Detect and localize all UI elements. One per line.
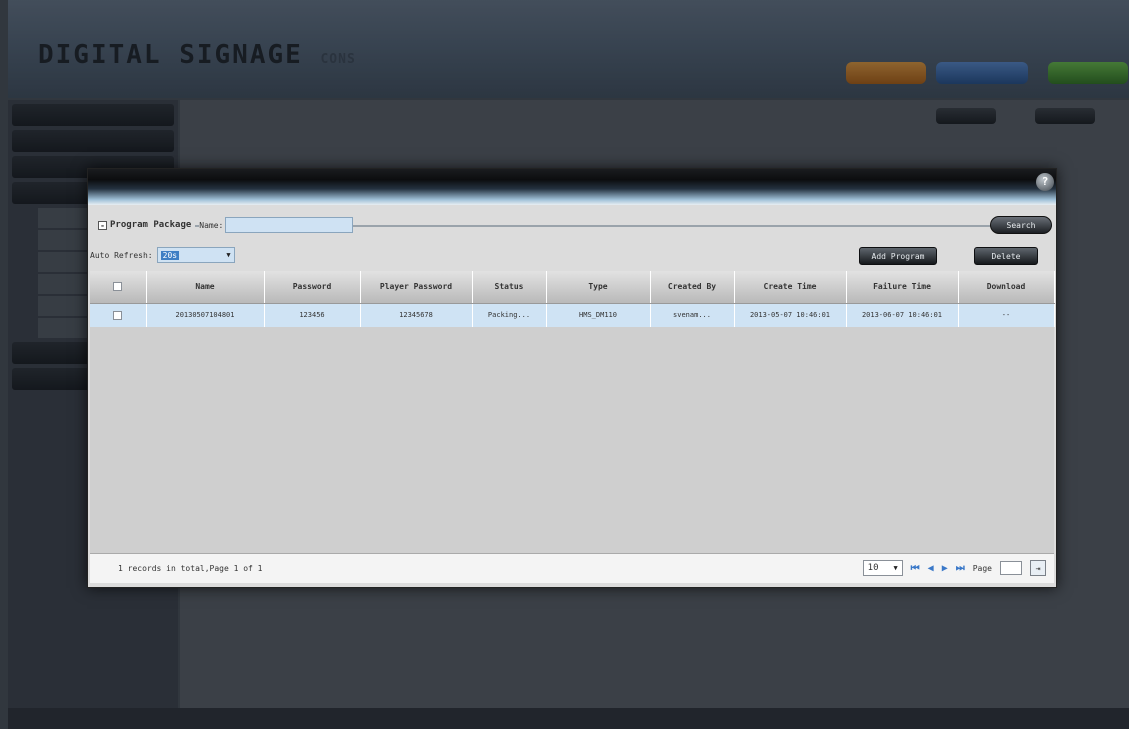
add-program-button[interactable]: Add Program bbox=[859, 247, 937, 265]
name-search-input[interactable] bbox=[225, 217, 354, 233]
column-header[interactable]: Name bbox=[146, 271, 265, 304]
table-footer: 1 records in total,Page 1 of 1 10 ▼ ⏮ ◀ … bbox=[90, 553, 1054, 583]
page-number-input[interactable] bbox=[1000, 561, 1022, 575]
column-header[interactable]: Type bbox=[546, 271, 651, 304]
package-table: Name Password Player Password Status Typ… bbox=[90, 271, 1055, 327]
program-package-dialog: ? - Program Package Name: Search Auto Re… bbox=[87, 168, 1057, 588]
search-button[interactable]: Search bbox=[990, 216, 1052, 234]
row-select-cell[interactable] bbox=[90, 303, 147, 327]
first-page-icon[interactable]: ⏮ bbox=[911, 563, 920, 574]
chevron-down-icon: ▼ bbox=[893, 564, 898, 572]
delete-button[interactable]: Delete bbox=[974, 247, 1038, 265]
cell-create-time: 2013-05-07 10:46:01 bbox=[734, 303, 847, 327]
cell-created-by: svenam... bbox=[650, 303, 735, 327]
filter-legend[interactable]: - Program Package bbox=[94, 220, 196, 230]
last-page-icon[interactable]: ⏭ bbox=[956, 563, 965, 574]
page-size-value: 10 bbox=[867, 563, 879, 573]
dialog-header: ? bbox=[88, 169, 1056, 205]
chevron-down-icon: ▼ bbox=[226, 251, 231, 259]
records-total: 1 records in total,Page 1 of 1 bbox=[118, 564, 263, 573]
filter-legend-text: Program Package bbox=[110, 220, 192, 230]
select-all-header[interactable] bbox=[90, 271, 147, 304]
next-page-icon[interactable]: ▶ bbox=[942, 563, 948, 574]
cell-failure-time: 2013-06-07 10:46:01 bbox=[846, 303, 959, 327]
prev-page-icon[interactable]: ◀ bbox=[928, 563, 934, 574]
column-header[interactable]: Status bbox=[472, 271, 547, 304]
column-header[interactable]: Download bbox=[958, 271, 1055, 304]
pager: 10 ▼ ⏮ ◀ ▶ ⏭ Page ⇥ bbox=[862, 560, 1046, 576]
table-empty-area bbox=[90, 327, 1054, 553]
cell-download[interactable]: -- bbox=[958, 303, 1055, 327]
column-header[interactable]: Player Password bbox=[360, 271, 473, 304]
auto-refresh-row: Auto Refresh: 20s ▼ bbox=[90, 247, 235, 263]
cell-name: 20130507104801 bbox=[146, 303, 265, 327]
collapse-icon[interactable]: - bbox=[98, 220, 107, 230]
name-label: Name: bbox=[199, 220, 226, 230]
auto-refresh-value: 20s bbox=[160, 250, 180, 260]
table-header-row: Name Password Player Password Status Typ… bbox=[90, 271, 1055, 304]
row-checkbox[interactable] bbox=[113, 310, 123, 320]
cell-type: HMS_DM110 bbox=[546, 303, 651, 327]
page-label: Page bbox=[972, 563, 992, 573]
auto-refresh-select[interactable]: 20s ▼ bbox=[156, 247, 235, 263]
go-page-icon[interactable]: ⇥ bbox=[1030, 560, 1046, 576]
cell-player-password: 12345678 bbox=[360, 303, 473, 327]
close-icon[interactable]: ? bbox=[1036, 173, 1054, 191]
column-header[interactable]: Password bbox=[264, 271, 361, 304]
column-header[interactable]: Failure Time bbox=[846, 271, 959, 304]
cell-password: 123456 bbox=[264, 303, 361, 327]
select-all-checkbox[interactable] bbox=[113, 282, 123, 292]
column-header[interactable]: Created By bbox=[650, 271, 735, 304]
cell-status: Packing... bbox=[472, 303, 547, 327]
auto-refresh-label: Auto Refresh: bbox=[90, 250, 153, 260]
filter-row: - Program Package Name: Search bbox=[94, 215, 1052, 235]
table-row[interactable]: 20130507104801 123456 12345678 Packing..… bbox=[90, 303, 1055, 327]
page-size-select[interactable]: 10 ▼ bbox=[862, 560, 903, 576]
column-header[interactable]: Create Time bbox=[734, 271, 847, 304]
